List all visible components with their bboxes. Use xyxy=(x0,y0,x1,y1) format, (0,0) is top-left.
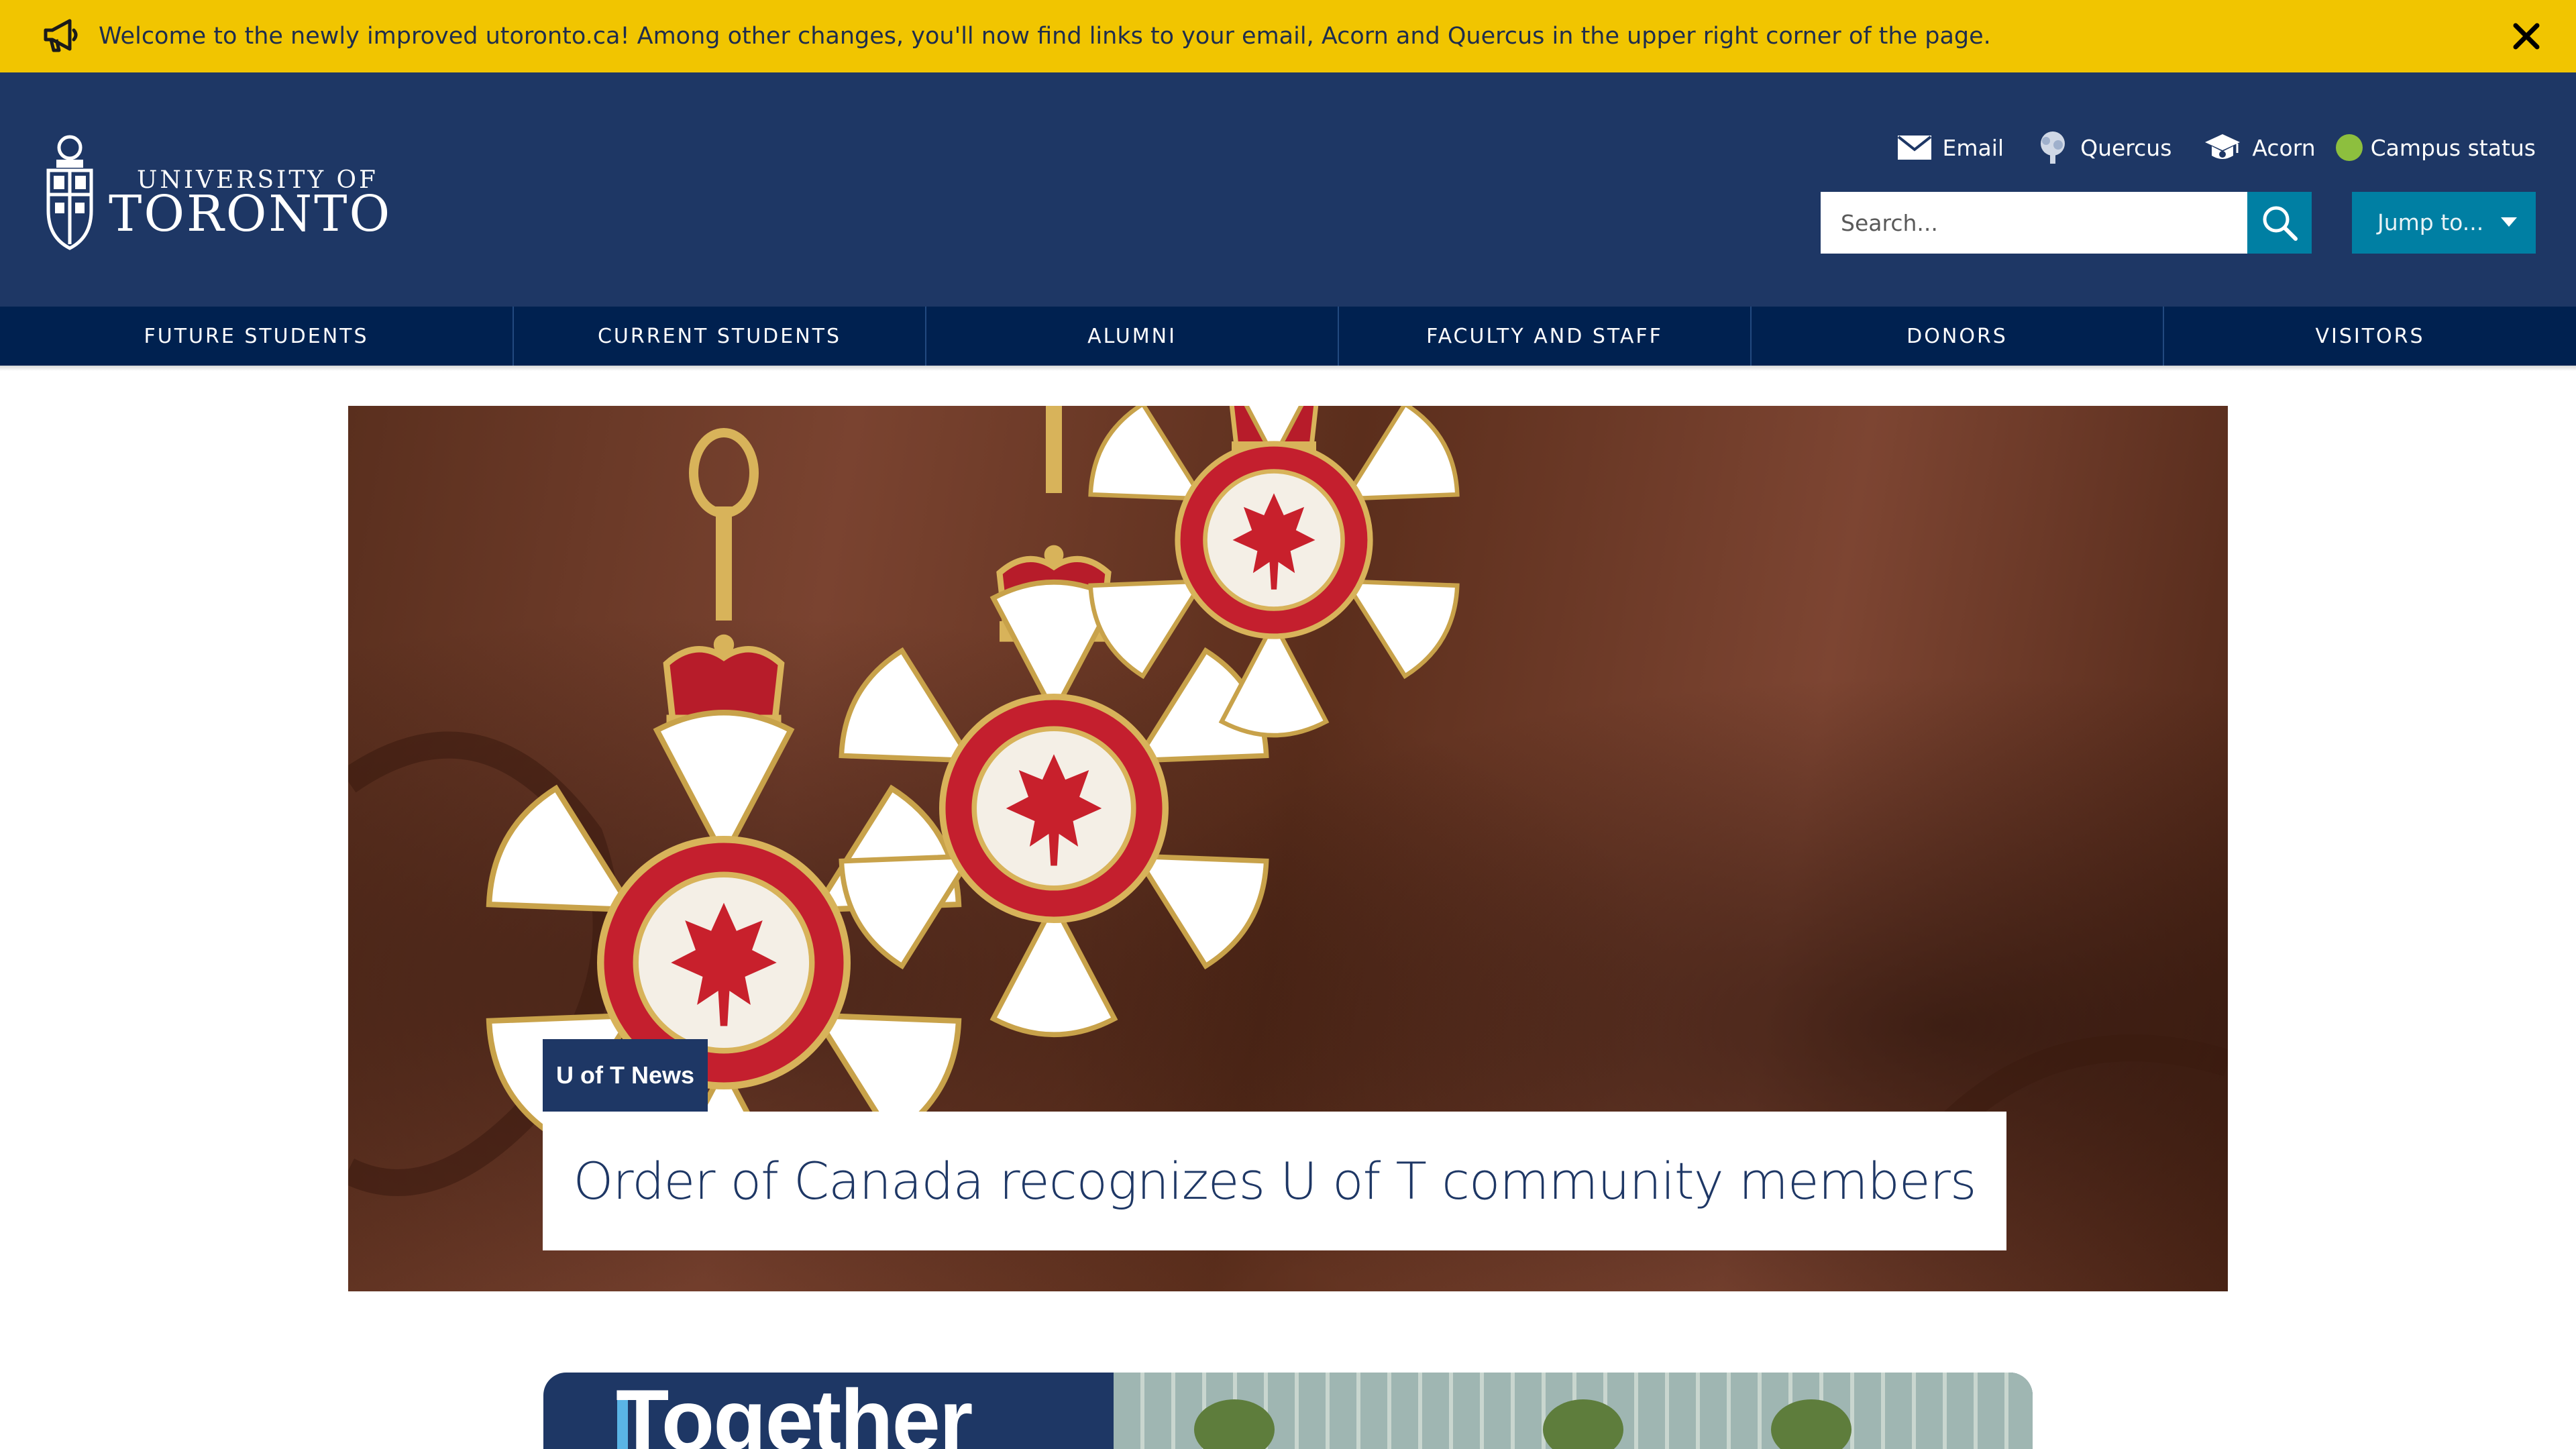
search-input[interactable] xyxy=(1821,192,2247,254)
hero-headline-card[interactable]: Order of Canada recognizes U of T commun… xyxy=(543,1112,2006,1250)
university-logo[interactable]: UNIVERSITY OF TORONTO xyxy=(42,133,390,257)
main-navigation: FUTURE STUDENTS CURRENT STUDENTS ALUMNI … xyxy=(0,307,2576,366)
search-button[interactable] xyxy=(2247,192,2312,254)
quicklink-quercus[interactable]: Quercus xyxy=(2036,130,2171,165)
megaphone-icon xyxy=(44,19,78,52)
quicklink-campus-status[interactable]: Campus status xyxy=(2335,134,2536,161)
search-icon xyxy=(2263,206,2298,241)
quicklink-label: Quercus xyxy=(2080,134,2172,161)
nav-alumni[interactable]: ALUMNI xyxy=(926,307,1339,366)
nav-shadow xyxy=(0,366,2576,371)
quicklink-email[interactable]: Email xyxy=(1897,135,2004,161)
status-dot-icon xyxy=(2335,134,2363,161)
jump-to-label: Jump to... xyxy=(2377,209,2484,235)
quicklink-label: Email xyxy=(1942,134,2004,161)
tree-icon xyxy=(2041,131,2065,164)
quicklink-label: Acorn xyxy=(2252,134,2316,161)
together-feature-card[interactable]: Together xyxy=(543,1373,2033,1449)
envelope-icon xyxy=(1897,136,1931,160)
nav-faculty-and-staff[interactable]: FACULTY AND STAFF xyxy=(1339,307,1752,366)
hero-headline[interactable]: Order of Canada recognizes U of T commun… xyxy=(574,1151,1977,1211)
quicklink-acorn[interactable]: Acorn xyxy=(2204,131,2316,164)
nav-current-students[interactable]: CURRENT STUDENTS xyxy=(514,307,926,366)
nav-visitors[interactable]: VISITORS xyxy=(2164,307,2576,366)
alert-banner: Welcome to the newly improved utoronto.c… xyxy=(0,0,2576,72)
quicklink-label: Campus status xyxy=(2370,134,2536,161)
close-icon[interactable] xyxy=(2508,17,2545,55)
together-title: Together xyxy=(616,1373,973,1449)
nav-donors[interactable]: DONORS xyxy=(1752,307,2164,366)
caret-down-icon xyxy=(2501,217,2517,227)
logo-line2: TORONTO xyxy=(109,185,392,243)
jump-to-dropdown[interactable]: Jump to... xyxy=(2352,192,2536,254)
crest-icon xyxy=(46,135,93,250)
nav-future-students[interactable]: FUTURE STUDENTS xyxy=(0,307,514,366)
graduation-cap-icon xyxy=(2205,134,2241,159)
news-tag[interactable]: U of T News xyxy=(543,1039,708,1112)
campus-building-image xyxy=(1114,1373,2033,1449)
site-header: UNIVERSITY OF TORONTO Email Quercus Acor… xyxy=(0,72,2576,307)
alert-message: Welcome to the newly improved utoronto.c… xyxy=(99,23,1991,50)
hero-feature[interactable]: U of T News Order of Canada recognizes U… xyxy=(348,406,2228,1291)
quick-links: Email Quercus Acorn Campus status xyxy=(1865,127,2536,168)
